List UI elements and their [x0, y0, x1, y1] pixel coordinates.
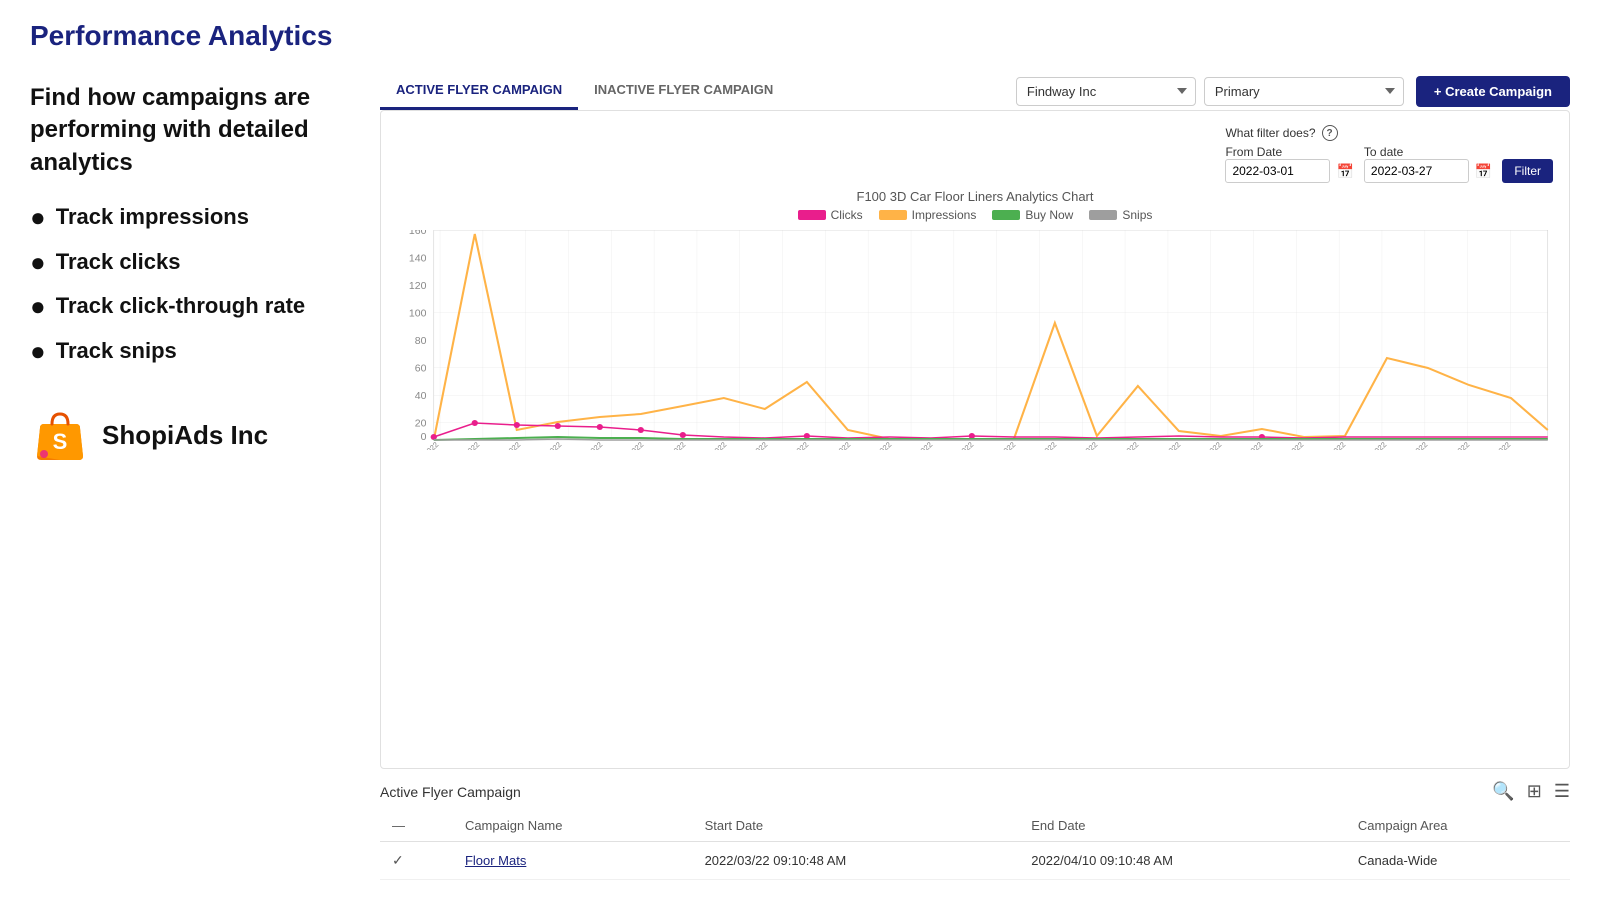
table-header-row: Active Flyer Campaign 🔍 ⊞ ☰	[380, 781, 1570, 802]
from-date-group: From Date 📅	[1225, 145, 1353, 183]
svg-text:03/16/2022: 03/16/2022	[1024, 440, 1058, 450]
page-container: Performance Analytics Find how campaigns…	[0, 0, 1600, 900]
svg-text:80: 80	[415, 336, 427, 347]
tab-inactive-flyer[interactable]: INACTIVE FLYER CAMPAIGN	[578, 72, 789, 110]
table-header: — Campaign Name Start Date End Date Camp…	[380, 810, 1570, 842]
svg-text:03/19/2022: 03/19/2022	[1148, 440, 1182, 450]
chart-title: F100 3D Car Floor Liners Analytics Chart	[397, 189, 1553, 204]
th-campaign-area: Campaign Area	[1346, 810, 1570, 842]
svg-text:03/10/2022: 03/10/2022	[776, 440, 810, 450]
logo-icon: S	[30, 406, 90, 466]
campaign-area-cell: Canada-Wide	[1346, 842, 1570, 880]
svg-text:03/07/2022: 03/07/2022	[653, 440, 687, 450]
svg-text:03/24/2022: 03/24/2022	[1354, 440, 1388, 450]
svg-text:20: 20	[415, 419, 427, 430]
legend-snips: Snips	[1089, 208, 1152, 222]
table-section-title: Active Flyer Campaign	[380, 784, 521, 800]
svg-text:03/26/2022: 03/26/2022	[1437, 440, 1471, 450]
tab-active-flyer[interactable]: ACTIVE FLYER CAMPAIGN	[380, 72, 578, 110]
svg-text:0: 0	[421, 432, 427, 443]
tagline: Find how campaigns are performing with d…	[30, 82, 360, 179]
legend-buynow: Buy Now	[992, 208, 1073, 222]
svg-text:03/18/2022: 03/18/2022	[1106, 440, 1140, 450]
svg-text:120: 120	[409, 281, 427, 292]
table-section: Active Flyer Campaign 🔍 ⊞ ☰ — Campaign N…	[380, 781, 1570, 880]
svg-text:03/11/2022: 03/11/2022	[818, 440, 852, 450]
th-start-date: Start Date	[693, 810, 1020, 842]
primary-select[interactable]: Primary	[1204, 77, 1404, 106]
filter-row: What filter does? ? From Date 📅	[397, 125, 1553, 183]
chart-legend: Clicks Impressions Buy Now Snips	[397, 208, 1553, 222]
top-bar: ACTIVE FLYER CAMPAIGN INACTIVE FLYER CAM…	[380, 72, 1570, 110]
campaign-name-link[interactable]: Floor Mats	[453, 842, 693, 880]
to-date-group: To date 📅	[1364, 145, 1492, 183]
svg-text:S: S	[53, 429, 68, 454]
table-icons: 🔍 ⊞ ☰	[1492, 781, 1570, 802]
svg-text:03/15/2022: 03/15/2022	[983, 440, 1017, 450]
svg-text:03/12/2022: 03/12/2022	[859, 440, 893, 450]
svg-text:40: 40	[415, 391, 427, 402]
bullet-list: ●Track impressions ●Track clicks ●Track …	[30, 203, 360, 365]
th-toggle: —	[380, 810, 453, 842]
filter-button[interactable]: Filter	[1502, 159, 1553, 183]
grid-icon[interactable]: ⊞	[1527, 781, 1542, 802]
filter-group: What filter does? ? From Date 📅	[1225, 125, 1553, 183]
filter-list-icon[interactable]: ☰	[1554, 781, 1570, 802]
svg-text:03/13/2022: 03/13/2022	[900, 440, 934, 450]
svg-text:03/25/2022: 03/25/2022	[1395, 440, 1429, 450]
legend-clicks: Clicks	[798, 208, 863, 222]
calendar-icon-2[interactable]: 📅	[1475, 163, 1492, 180]
svg-text:03/08/2022: 03/08/2022	[694, 440, 728, 450]
bullet-ctr: ●Track click-through rate	[30, 292, 360, 321]
svg-text:60: 60	[415, 364, 427, 375]
svg-text:03/14/2022: 03/14/2022	[941, 440, 975, 450]
from-date-input[interactable]	[1225, 159, 1330, 183]
svg-text:03/27/2022: 03/27/2022	[1478, 440, 1512, 450]
svg-text:140: 140	[409, 254, 427, 265]
svg-text:03/17/2022: 03/17/2022	[1065, 440, 1099, 450]
date-filters: From Date 📅 To date 📅	[1225, 145, 1553, 183]
svg-text:160: 160	[409, 230, 427, 237]
company-select[interactable]: Findway Inc	[1016, 77, 1196, 106]
logo-text: ShopiAds Inc	[102, 420, 268, 451]
create-campaign-button[interactable]: + Create Campaign	[1416, 76, 1570, 107]
filter-what-label: What filter does? ?	[1225, 125, 1553, 141]
bullet-clicks: ●Track clicks	[30, 248, 360, 277]
right-panel: ACTIVE FLYER CAMPAIGN INACTIVE FLYER CAM…	[380, 72, 1570, 880]
end-date-cell: 2022/04/10 09:10:48 AM	[1019, 842, 1346, 880]
start-date-cell: 2022/03/22 09:10:48 AM	[693, 842, 1020, 880]
to-date-input[interactable]	[1364, 159, 1469, 183]
svg-text:03/09/2022: 03/09/2022	[735, 440, 769, 450]
analytics-chart: 160 140 120 100 80 60 40 20 0	[397, 230, 1553, 450]
svg-text:03/20/2022: 03/20/2022	[1189, 440, 1223, 450]
th-end-date: End Date	[1019, 810, 1346, 842]
main-content: Find how campaigns are performing with d…	[30, 72, 1570, 880]
svg-text:03/02/2022: 03/02/2022	[447, 440, 481, 450]
chart-svg-wrap: 160 140 120 100 80 60 40 20 0	[397, 230, 1553, 758]
left-panel: Find how campaigns are performing with d…	[30, 72, 360, 880]
row-chevron[interactable]: ✓	[380, 842, 453, 880]
bullet-snips: ●Track snips	[30, 337, 360, 366]
svg-text:03/04/2022: 03/04/2022	[529, 440, 563, 450]
svg-text:03/22/2022: 03/22/2022	[1271, 440, 1305, 450]
info-icon: ?	[1322, 125, 1338, 141]
calendar-icon[interactable]: 📅	[1336, 163, 1353, 180]
legend-impressions: Impressions	[879, 208, 977, 222]
chart-container: What filter does? ? From Date 📅	[380, 110, 1570, 769]
bullet-impressions: ●Track impressions	[30, 203, 360, 232]
table-row: ✓ Floor Mats 2022/03/22 09:10:48 AM 2022…	[380, 842, 1570, 880]
svg-text:100: 100	[409, 309, 427, 320]
page-title: Performance Analytics	[30, 20, 1570, 52]
svg-text:03/05/2022: 03/05/2022	[570, 440, 604, 450]
svg-text:03/21/2022: 03/21/2022	[1230, 440, 1264, 450]
search-icon[interactable]: 🔍	[1492, 781, 1514, 802]
logo-area: S ShopiAds Inc	[30, 406, 360, 466]
th-campaign-name: Campaign Name	[453, 810, 693, 842]
svg-text:03/23/2022: 03/23/2022	[1313, 440, 1347, 450]
campaign-table: — Campaign Name Start Date End Date Camp…	[380, 810, 1570, 880]
svg-text:03/06/2022: 03/06/2022	[611, 440, 645, 450]
svg-text:03/03/2022: 03/03/2022	[488, 440, 522, 450]
